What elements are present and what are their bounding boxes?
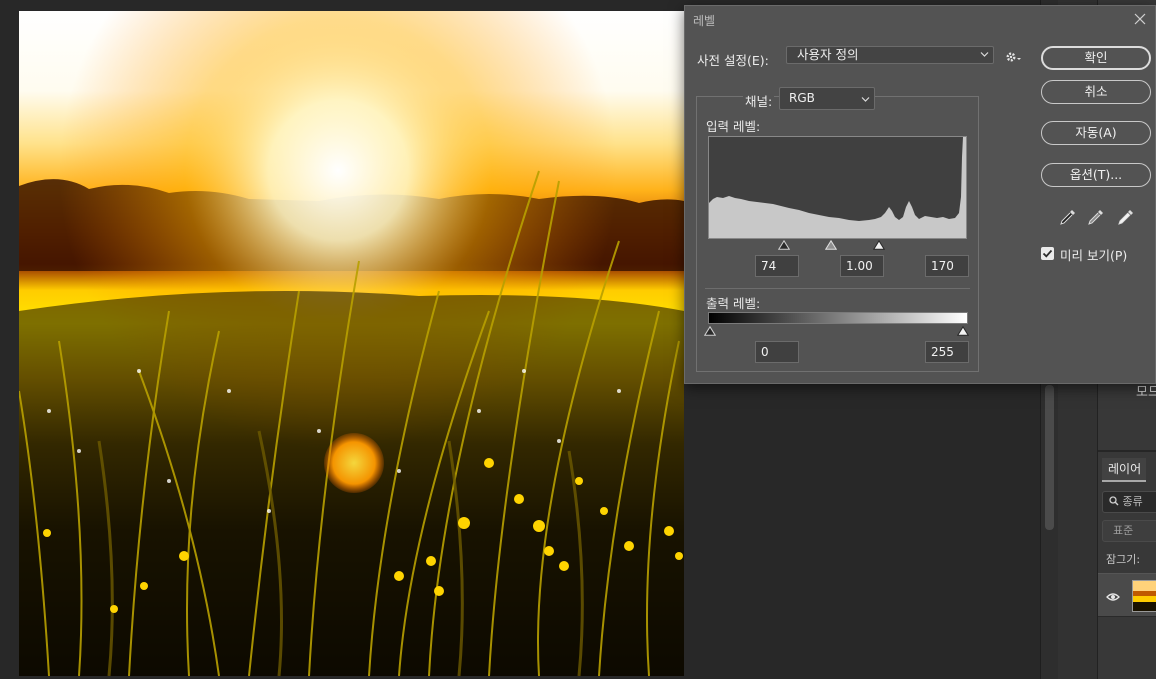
eye-icon[interactable] [1106,590,1120,604]
input-gamma-field[interactable]: 1.00 [840,255,884,277]
channel-select-value: RGB [789,91,815,105]
output-levels-label: 출력 레벨: [706,296,761,311]
white-eyedropper-icon[interactable] [1117,208,1135,226]
gear-icon[interactable] [1005,50,1023,64]
options-button[interactable]: 옵션(T)... [1041,163,1151,187]
output-white-slider[interactable] [957,326,969,336]
tab-layers[interactable]: 레이어 [1102,458,1146,482]
scrollbar-thumb[interactable] [1045,385,1054,530]
dialog-titlebar[interactable]: 레벨 [685,6,1155,34]
auto-button[interactable]: 자동(A) [1041,121,1151,145]
dialog-title: 레벨 [693,14,716,28]
input-black-slider[interactable] [778,240,790,250]
document-canvas-image[interactable] [19,11,684,676]
search-icon [1109,496,1119,506]
layer-row[interactable] [1098,573,1156,617]
preset-select-value: 사용자 정의 [797,47,859,62]
output-black-field[interactable]: 0 [755,341,799,363]
lock-label: 잠그기: [1106,553,1141,566]
checkmark-icon [1042,249,1053,258]
preview-checkbox[interactable] [1041,247,1054,260]
preview-label: 미리 보기(P) [1060,248,1128,263]
chevron-down-icon [861,97,870,102]
input-white-slider[interactable] [873,240,885,250]
layer-filter-field[interactable]: 종류 [1102,491,1156,513]
histogram [708,136,967,239]
black-eyedropper-icon[interactable] [1059,208,1077,226]
chevron-down-icon [980,52,989,57]
close-icon[interactable] [1133,12,1147,26]
input-white-field[interactable]: 170 [925,255,969,277]
output-black-slider[interactable] [704,326,716,336]
output-white-field[interactable]: 255 [925,341,969,363]
layer-filter-label: 종류 [1122,495,1143,508]
gray-eyedropper-icon[interactable] [1087,208,1105,226]
layer-thumbnail-image [1133,581,1156,611]
channel-label: 채널: [743,91,775,110]
input-black-field[interactable]: 74 [755,255,799,277]
levels-dialog: 레벨 사전 설정(E): 사용자 정의 채널: RGB 입력 레벨: 74 1.… [684,5,1156,384]
preset-label: 사전 설정(E): [697,53,769,68]
section-divider [705,288,970,289]
channel-select[interactable]: RGB [779,87,875,110]
input-gamma-slider[interactable] [825,240,837,250]
output-gradient-bar [708,312,968,324]
cancel-button[interactable]: 취소 [1041,80,1151,104]
input-levels-label: 입력 레벨: [706,119,761,134]
sunset-grass-photo [19,11,684,676]
preset-select[interactable]: 사용자 정의 [786,46,994,64]
histogram-graph [709,137,966,238]
panel-divider [1098,450,1156,452]
blend-mode-select[interactable]: 표준 [1102,520,1156,542]
layer-thumbnail [1132,580,1156,612]
ok-button[interactable]: 확인 [1041,46,1151,70]
